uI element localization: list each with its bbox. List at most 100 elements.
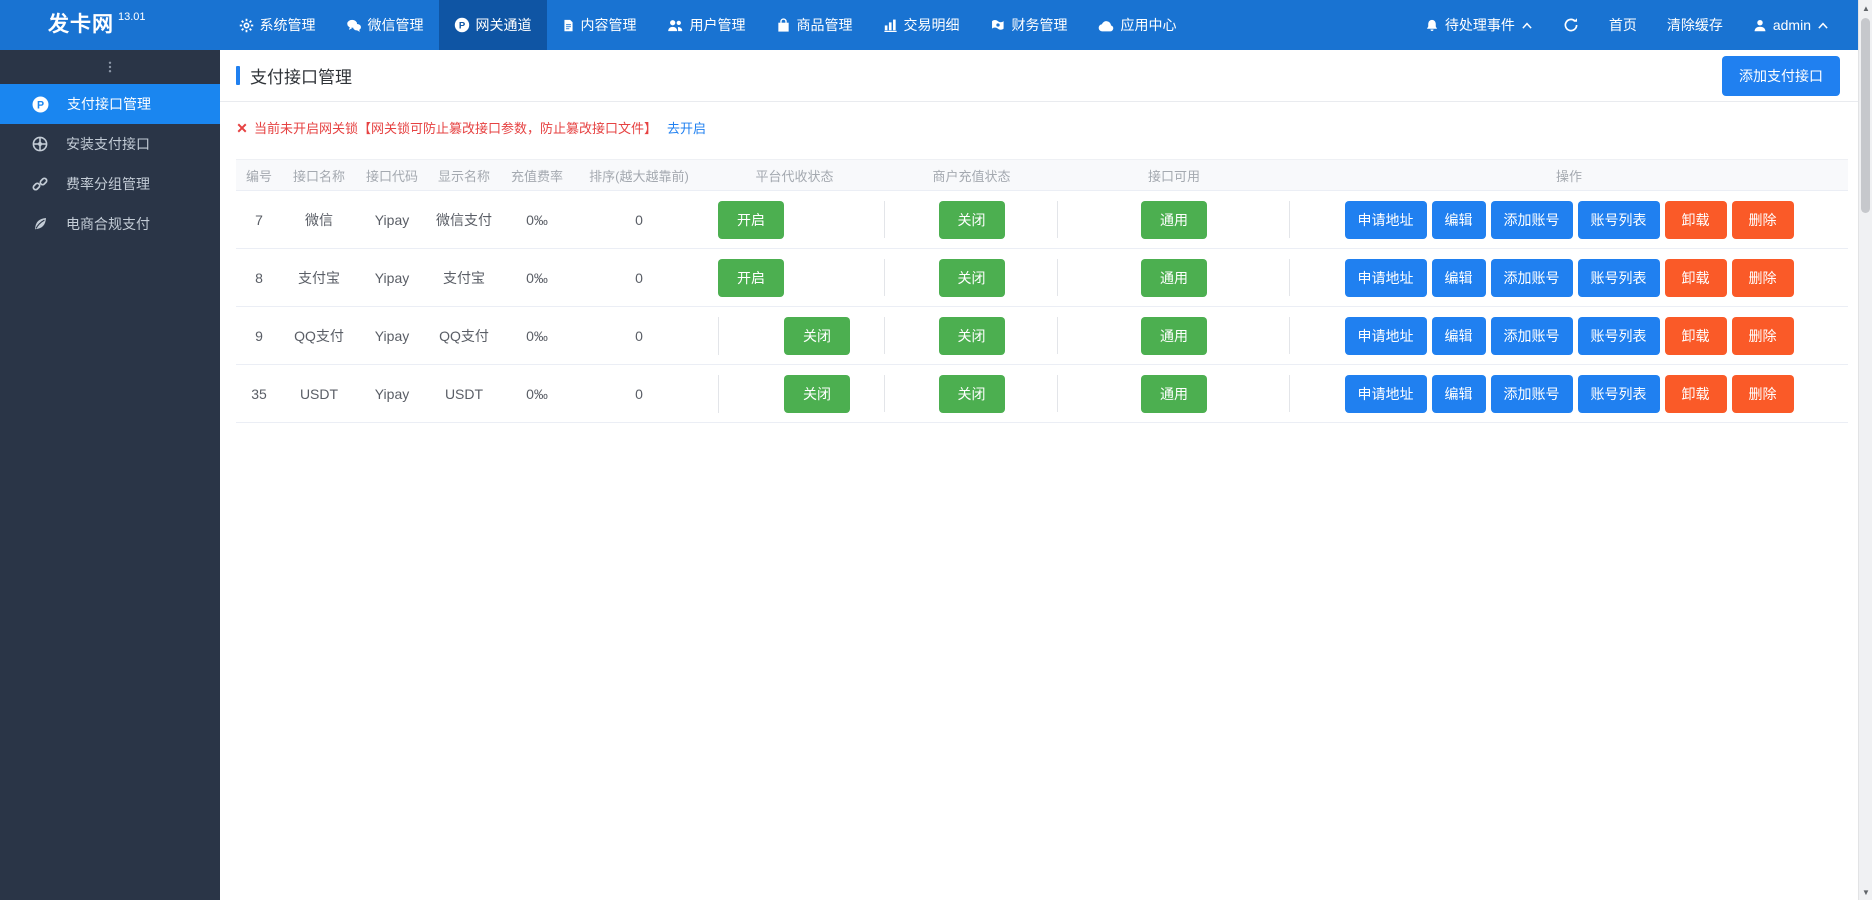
scrollbar-up-arrow[interactable]: ▲: [1859, 0, 1872, 16]
cloud-icon: [1098, 19, 1115, 32]
platform-status-toggle: 关闭: [718, 317, 850, 355]
uninstall-button[interactable]: 卸载: [1665, 201, 1727, 239]
money-icon: [990, 18, 1006, 32]
sidebar-item-2[interactable]: 安装支付接口: [0, 124, 220, 164]
caret-up-icon: [1817, 21, 1829, 30]
platform-status-button[interactable]: 开启: [718, 201, 784, 239]
platform-on-slot: [718, 375, 784, 413]
nav-item-label: 商品管理: [797, 15, 853, 35]
apply-url-button[interactable]: 申请地址: [1345, 259, 1427, 297]
merchant-status-button[interactable]: 关闭: [939, 259, 1005, 297]
title-bar: 支付接口管理 添加支付接口: [220, 50, 1858, 102]
add-payment-interface-button[interactable]: 添加支付接口: [1722, 56, 1840, 96]
home-link[interactable]: 首页: [1594, 0, 1652, 50]
nav-item-label: 网关通道: [476, 15, 532, 35]
nav-item-6[interactable]: 商品管理: [761, 0, 868, 50]
enable-gateway-lock-link[interactable]: 去开启: [667, 118, 706, 137]
cell-platform-status: 关闭: [704, 307, 885, 364]
cell-interface-code: Yipay: [356, 386, 428, 402]
nav-item-1[interactable]: 系统管理: [224, 0, 331, 50]
title-accent-bar: [236, 66, 240, 85]
nav-item-3[interactable]: P 网关通道: [439, 0, 547, 50]
available-status-button[interactable]: 通用: [1141, 375, 1207, 413]
table-header-3: 接口代码: [356, 166, 428, 185]
account-list-button[interactable]: 账号列表: [1578, 375, 1660, 413]
available-status-button[interactable]: 通用: [1141, 317, 1207, 355]
delete-button[interactable]: 删除: [1732, 259, 1794, 297]
platform-status-button[interactable]: 关闭: [784, 317, 850, 355]
bell-icon: [1425, 18, 1439, 33]
cell-interface-code: Yipay: [356, 328, 428, 344]
cell-platform-status: 开启: [704, 191, 885, 248]
svg-text:P: P: [458, 20, 465, 31]
apply-url-button[interactable]: 申请地址: [1345, 317, 1427, 355]
scrollbar-down-arrow[interactable]: ▼: [1859, 884, 1872, 900]
clear-cache-link[interactable]: 清除缓存: [1652, 0, 1738, 50]
cell-actions: 申请地址编辑添加账号账号列表卸载删除: [1290, 191, 1848, 248]
available-status-button[interactable]: 通用: [1141, 201, 1207, 239]
sidebar-item-4[interactable]: 电商合规支付: [0, 204, 220, 244]
account-list-button[interactable]: 账号列表: [1578, 259, 1660, 297]
merchant-status-button[interactable]: 关闭: [939, 317, 1005, 355]
nav-item-4[interactable]: 内容管理: [547, 0, 652, 50]
platform-on-slot: 开启: [718, 259, 784, 297]
warning-text: 当前未开启网关锁【网关锁可防止篡改接口参数，防止篡改接口文件】: [254, 118, 657, 137]
bag-icon: [776, 18, 791, 33]
sidebar-ellipsis[interactable]: [0, 50, 220, 84]
nav-item-2[interactable]: 微信管理: [331, 0, 439, 50]
nav-item-8[interactable]: 财务管理: [975, 0, 1083, 50]
apply-url-button[interactable]: 申请地址: [1345, 375, 1427, 413]
wechat-icon: [346, 18, 362, 33]
available-status-button[interactable]: 通用: [1141, 259, 1207, 297]
nav-item-7[interactable]: 交易明细: [868, 0, 975, 50]
delete-button[interactable]: 删除: [1732, 375, 1794, 413]
uninstall-button[interactable]: 卸载: [1665, 375, 1727, 413]
account-list-button[interactable]: 账号列表: [1578, 201, 1660, 239]
cell-actions: 申请地址编辑添加账号账号列表卸载删除: [1290, 249, 1848, 306]
cell-interface-name: USDT: [282, 386, 356, 402]
ellipsis-icon: [103, 59, 117, 75]
add-account-button[interactable]: 添加账号: [1491, 201, 1573, 239]
platform-status-button[interactable]: 关闭: [784, 375, 850, 413]
cell-actions: 申请地址编辑添加账号账号列表卸载删除: [1290, 307, 1848, 364]
scrollbar-thumb[interactable]: [1861, 18, 1870, 213]
user-menu[interactable]: admin: [1738, 0, 1844, 50]
platform-off-slot: 关闭: [784, 317, 850, 355]
sidebar-item-1[interactable]: P支付接口管理: [0, 84, 220, 124]
cell-id: 8: [236, 270, 282, 286]
cell-merchant-status: 关闭: [885, 365, 1058, 422]
edit-button[interactable]: 编辑: [1432, 201, 1486, 239]
apply-url-button[interactable]: 申请地址: [1345, 201, 1427, 239]
page-title-text: 支付接口管理: [250, 63, 352, 88]
merchant-status-button[interactable]: 关闭: [939, 201, 1005, 239]
account-list-button[interactable]: 账号列表: [1578, 317, 1660, 355]
delete-button[interactable]: 删除: [1732, 317, 1794, 355]
platform-status-button[interactable]: 开启: [718, 259, 784, 297]
add-account-button[interactable]: 添加账号: [1491, 375, 1573, 413]
refresh-button[interactable]: [1548, 0, 1594, 50]
edit-button[interactable]: 编辑: [1432, 259, 1486, 297]
platform-off-slot: [784, 201, 850, 239]
brand-logo: 发卡网 13.01: [0, 0, 146, 50]
nav-item-9[interactable]: 应用中心: [1083, 0, 1192, 50]
link-icon: [32, 176, 48, 192]
pending-events-label: 待处理事件: [1445, 15, 1515, 35]
gear-icon: [239, 18, 254, 33]
brand-version: 13.01: [118, 11, 146, 23]
pending-events-menu[interactable]: 待处理事件: [1410, 0, 1548, 50]
add-account-button[interactable]: 添加账号: [1491, 317, 1573, 355]
cell-rate: 0‰: [500, 386, 574, 402]
nav-item-5[interactable]: 用户管理: [652, 0, 761, 50]
platform-off-slot: [784, 259, 850, 297]
uninstall-button[interactable]: 卸载: [1665, 259, 1727, 297]
uninstall-button[interactable]: 卸载: [1665, 317, 1727, 355]
edit-button[interactable]: 编辑: [1432, 375, 1486, 413]
platform-on-slot: 开启: [718, 201, 784, 239]
merchant-status-button[interactable]: 关闭: [939, 375, 1005, 413]
delete-button[interactable]: 删除: [1732, 201, 1794, 239]
add-account-button[interactable]: 添加账号: [1491, 259, 1573, 297]
user-icon: [1753, 18, 1767, 33]
sidebar-item-3[interactable]: 费率分组管理: [0, 164, 220, 204]
edit-button[interactable]: 编辑: [1432, 317, 1486, 355]
cell-merchant-status: 关闭: [885, 191, 1058, 248]
